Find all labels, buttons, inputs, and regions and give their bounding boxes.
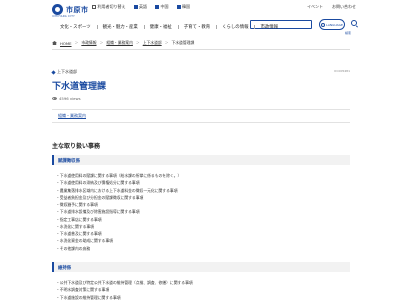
language-button[interactable]: LANGUAGE <box>319 19 345 30</box>
accessibility-label: 利用者切り替え <box>97 4 126 9</box>
billing-duties-list: 下水道使用料の賦課に関する事項（給水課の所掌に係るものを除く。） 下水道使用料の… <box>56 172 182 252</box>
list-item: 下水道排水設備及び除害施設指導に関する事項 <box>56 208 181 215</box>
subsection-heading-maintenance: 維持係 <box>52 262 350 272</box>
gnav-item-health[interactable]: 健康・福祉 <box>143 24 172 30</box>
breadcrumb: HOME ＞ 市政情報 ＞ 組織・業務案内 ＞ 上下水道部 ＞ 下水道管理課 <box>52 40 194 46</box>
contact-link[interactable]: お問い合わせ <box>332 4 356 10</box>
breadcrumb-separator: ＞ <box>74 40 79 45</box>
globe-icon <box>321 22 326 27</box>
breadcrumb-separator: ＞ <box>135 40 140 45</box>
list-item: その他課内の庶務 <box>56 245 181 252</box>
breadcrumb-current: 下水道管理課 <box>171 40 195 45</box>
category-label: 上下水道部 <box>57 69 77 74</box>
global-nav: 文化・スポーツ 観光・魅力・産業 健康・福祉 子育て・教育 くらしの情報 市政情… <box>60 24 278 30</box>
gnav-item-childcare[interactable]: 子育て・教育 <box>177 24 210 30</box>
events-link[interactable]: イベント <box>307 4 323 10</box>
diamond-icon <box>51 69 56 75</box>
breadcrumb-separator: ＞ <box>99 40 104 45</box>
list-item: 不明水調査対策に関する事項 <box>56 286 193 293</box>
page-title: 下水道管理課 <box>52 82 107 92</box>
page-id: ID:005481 <box>334 69 350 73</box>
list-item: 徴収猶予に関する事項 <box>56 201 181 208</box>
lang-ko-link[interactable]: 韓国 <box>176 4 190 10</box>
site-header: 市原市 ICHIHARA CITY 利用者切り替え 英語 中国 韓国 イベント … <box>0 0 400 36</box>
list-item: 公共下水道及び特定公共下水道の維持管理（点検、調査、修繕）に関する事項 <box>56 279 193 286</box>
gnav-item-living[interactable]: くらしの情報 <box>216 24 248 30</box>
language-button-label: LANGUAGE <box>326 22 343 27</box>
gnav-item-citygov[interactable]: 市政情報 <box>254 24 278 30</box>
list-item: 指定工事店に関する事項 <box>56 216 181 223</box>
home-icon <box>52 41 57 45</box>
lang-zh-link[interactable]: 中国 <box>155 4 169 10</box>
gnav-item-tourism[interactable]: 観光・魅力・産業 <box>96 24 138 30</box>
maintenance-duties-list: 公共下水道及び特定公共下水道の維持管理（点検、調査、修繕）に関する事項 不明水調… <box>56 279 193 301</box>
gnav-item-culture[interactable]: 文化・スポーツ <box>60 24 91 30</box>
list-item: 下水道使用料の賦課に関する事項（給水課の所掌に係るものを除く。） <box>56 172 182 179</box>
lang-en-link[interactable]: 英語 <box>133 4 147 10</box>
breadcrumb-home[interactable]: HOME <box>60 41 72 46</box>
breadcrumb-dept[interactable]: 上下水道部 <box>143 40 162 46</box>
search-icon[interactable] <box>351 20 357 26</box>
category-tag[interactable]: 上下水道部 <box>51 69 77 75</box>
breadcrumb-citygov[interactable]: 市政情報 <box>81 40 96 46</box>
logo-subtitle: ICHIHARA CITY <box>52 15 75 18</box>
view-count: 4596 views <box>52 96 81 101</box>
lang-en-label: 英語 <box>139 4 147 9</box>
list-item: 農業集落排水区域内における上下水道料金の徴収一元化に関する事項 <box>56 187 181 194</box>
breadcrumb-separator: ＞ <box>164 40 169 45</box>
list-item: 下水道使用料の滞納及び債権処分に関する事項 <box>56 179 181 186</box>
site-logo[interactable]: 市原市 <box>52 4 89 15</box>
list-item: 水洗化に関する事項 <box>56 223 181 230</box>
view-count-text: 4596 views <box>59 96 81 101</box>
lang-zh-label: 中国 <box>160 4 169 9</box>
eye-icon <box>52 97 57 100</box>
org-link-box <box>52 109 350 123</box>
accessibility-toggle[interactable]: 利用者切り替え <box>92 4 126 10</box>
list-item: 水洗化資金の助成に関する事項 <box>56 237 181 244</box>
city-emblem-icon <box>52 4 63 15</box>
divider <box>52 49 350 50</box>
utility-nav: 利用者切り替え 英語 中国 韓国 <box>92 4 190 10</box>
square-icon <box>176 5 181 9</box>
breadcrumb-org[interactable]: 組織・業務案内 <box>106 40 133 46</box>
square-icon <box>133 5 138 9</box>
org-guide-link[interactable]: 組織・業務案内 <box>58 113 86 119</box>
subsection-heading-billing: 賦課徴収係 <box>52 155 350 165</box>
search-button-label[interactable]: 検索 <box>345 31 351 35</box>
lang-ko-label: 韓国 <box>182 4 190 9</box>
top-right-links: イベント お問い合わせ <box>307 4 356 10</box>
list-item: 下水道普及に関する事項 <box>56 230 181 237</box>
checkbox-icon <box>92 5 96 9</box>
list-item: 受益者負担金及び分担金の賦課徴収に関する事項 <box>56 194 181 201</box>
square-icon <box>155 5 159 9</box>
logo-text: 市原市 <box>66 5 89 14</box>
section-heading: 主な取り扱い事務 <box>52 143 101 150</box>
